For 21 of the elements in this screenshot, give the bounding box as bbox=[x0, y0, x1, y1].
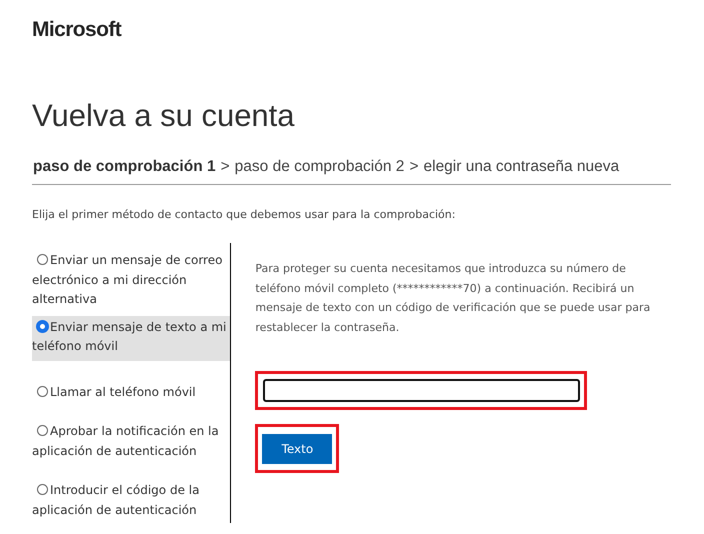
radio-button[interactable] bbox=[37, 484, 48, 495]
step-label: paso de comprobación 2 bbox=[234, 158, 404, 175]
page-title: Vuelva a su cuenta bbox=[32, 97, 296, 135]
description-text: Para proteger su cuenta necesitamos que introduzca su número de teléfono móvil completo (************70) a continuación. Recibirá un mensaje de texto con un código de verificación que se puede usar para restablecer la contraseña. bbox=[255, 261, 652, 336]
method-option[interactable]: Llamar al teléfono móvil bbox=[32, 380, 230, 406]
step-label: paso de comprobación 1 bbox=[33, 158, 216, 175]
radio-button[interactable] bbox=[37, 386, 48, 396]
step-separator: > bbox=[220, 158, 230, 175]
step-label: elegir una contraseña nueva bbox=[424, 158, 620, 175]
instruction-text: Elija el primer método de contacto que debemos usar para la comprobación: bbox=[32, 208, 456, 221]
radio-button[interactable] bbox=[37, 320, 48, 332]
method-option[interactable]: Enviar un mensaje de correo electrónico a mi dirección alternativa bbox=[32, 249, 230, 314]
submit-button[interactable]: Texto bbox=[262, 434, 332, 464]
phone-input-field[interactable] bbox=[263, 379, 580, 402]
radio-button[interactable] bbox=[37, 254, 48, 265]
method-option[interactable]: Introducir el código de la aplicación de autenticación bbox=[32, 479, 230, 523]
method-option[interactable]: Aprobar la notificación en la aplicación de autenticación bbox=[32, 420, 230, 465]
step-separator: > bbox=[409, 158, 418, 175]
radio-button[interactable] bbox=[37, 425, 48, 436]
method-option[interactable]: Enviar mensaje de texto a mi teléfono móvil bbox=[32, 316, 230, 360]
logo: Microsoft bbox=[32, 18, 122, 42]
